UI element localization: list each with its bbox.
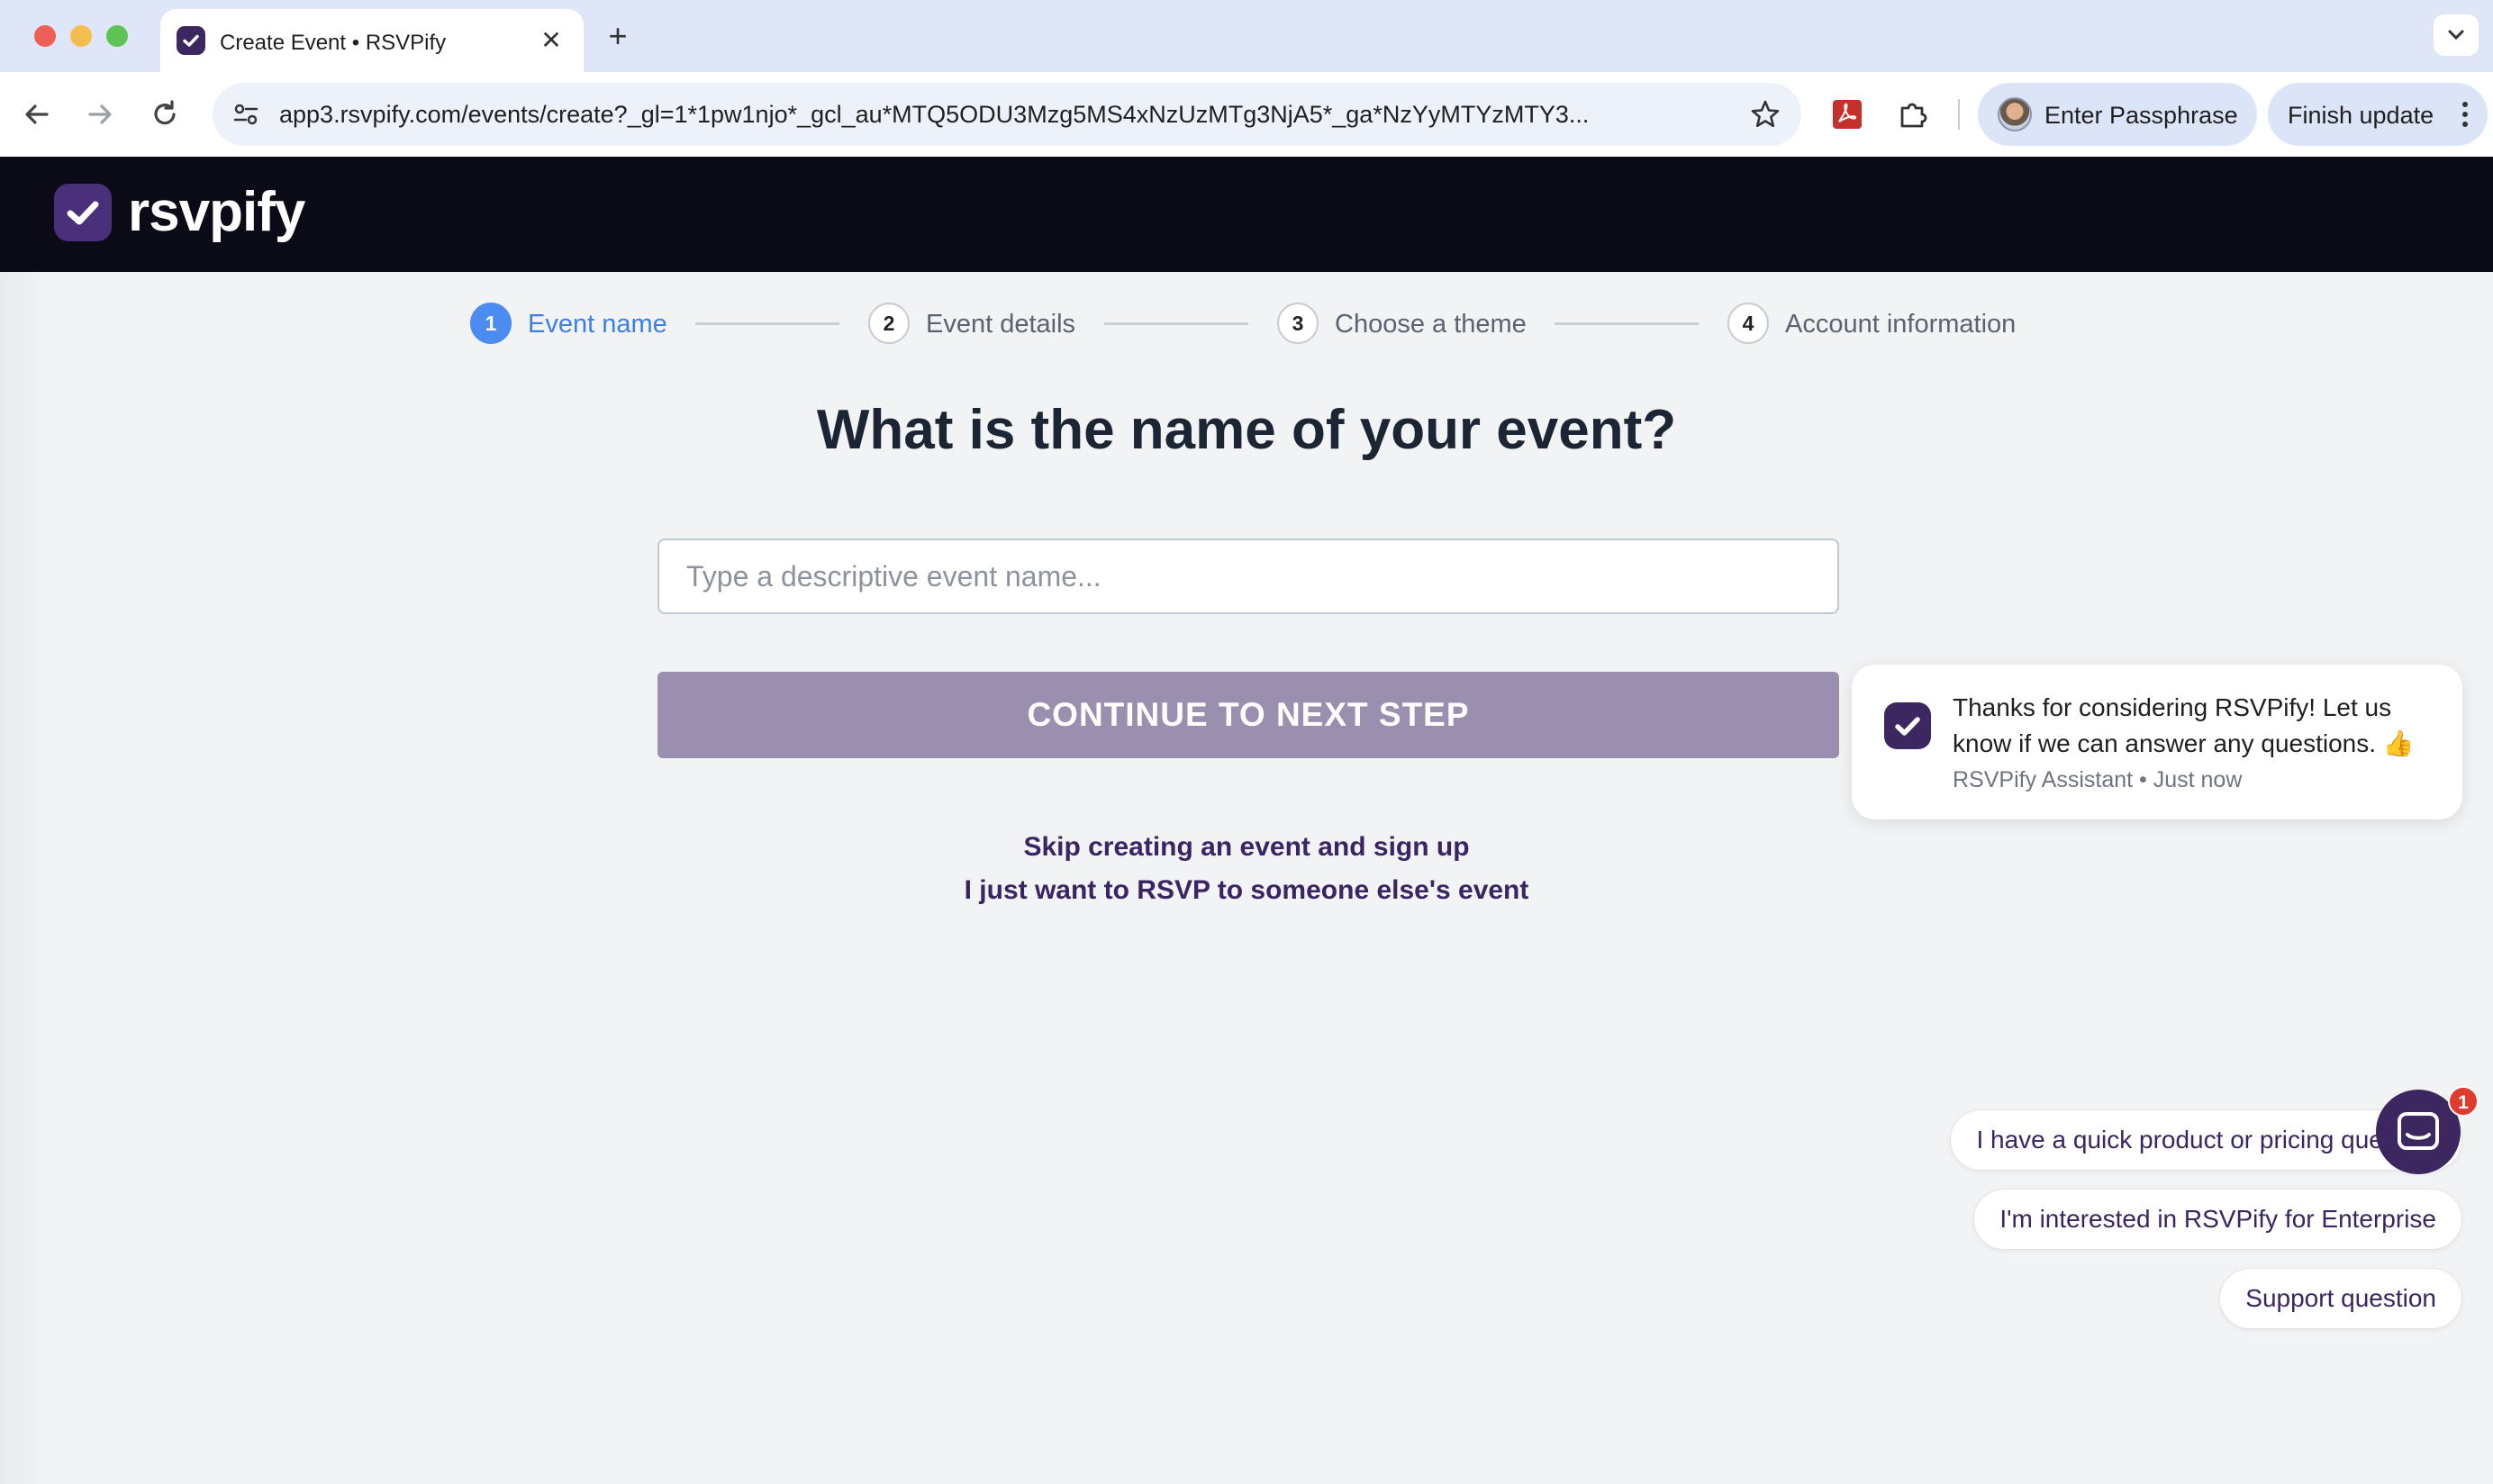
chat-message-text: Thanks for considering RSVPify! Let us k… [1953,693,2415,757]
step-3-number: 3 [1277,303,1319,344]
chat-unread-badge: 1 [2448,1086,2479,1117]
pdf-extension-icon[interactable] [1827,94,1868,135]
app-header: rsvpify [0,157,2493,272]
window-minimize-button[interactable] [70,25,92,47]
site-settings-icon[interactable] [231,99,261,130]
create-event-page: 1 Event name 2 Event details 3 Choose a … [0,272,2493,1484]
reload-button[interactable] [144,94,186,135]
event-name-input[interactable] [657,538,1839,614]
forward-arrow-icon [88,104,112,124]
rsvpify-logo-icon[interactable] [54,184,112,241]
step-4-label: Account information [1785,310,2017,339]
address-bar[interactable]: app3.rsvpify.com/events/create?_gl=1*1pw… [213,83,1801,146]
finish-update-button[interactable]: Finish update [2268,83,2488,146]
step-4-number: 4 [1727,303,1769,344]
step-2-label: Event details [926,310,1076,339]
toolbar-divider [1958,99,1960,130]
progress-stepper: 1 Event name 2 Event details 3 Choose a … [0,299,2493,353]
chat-message-card[interactable]: Thanks for considering RSVPify! Let us k… [1852,665,2462,819]
step-connector [1555,322,1699,325]
logo-wordmark[interactable]: rsvpify [128,180,305,244]
step-2-number: 2 [868,303,910,344]
reload-icon [154,100,176,125]
step-1-number: 1 [470,303,512,344]
back-button[interactable] [16,94,58,135]
more-options-icon[interactable] [2461,101,2470,128]
tab-title: Create Event • RSVPify [220,31,447,55]
browser-tab-bar: Create Event • RSVPify ✕ + [0,0,2493,72]
step-3-label: Choose a theme [1335,310,1527,339]
passphrase-label: Enter Passphrase [2044,102,2238,129]
bookmark-star-icon[interactable] [1749,98,1781,131]
tab-close-icon[interactable]: ✕ [535,24,567,57]
window-zoom-button[interactable] [106,25,128,47]
url-text: app3.rsvpify.com/events/create?_gl=1*1pw… [279,101,1590,128]
back-arrow-icon [25,104,49,124]
rsvpify-favicon-icon [177,26,205,55]
skip-and-sign-up-link[interactable]: Skip creating an event and sign up [0,832,2493,863]
chat-quick-reply-support[interactable]: Support question [2219,1268,2462,1329]
browser-tab-active[interactable]: Create Event • RSVPify ✕ [160,9,584,72]
window-close-button[interactable] [34,25,56,47]
chat-assistant-avatar-icon [1884,702,1931,749]
enter-passphrase-button[interactable]: Enter Passphrase [1978,83,2257,146]
tab-search-dropdown-button[interactable] [2434,14,2479,56]
page-title: What is the name of your event? [816,399,1677,461]
forward-button[interactable] [79,94,121,135]
step-connector [1104,322,1248,325]
continue-to-next-step-button[interactable]: CONTINUE TO NEXT STEP [657,672,1839,758]
step-connector [695,322,839,325]
browser-toolbar: app3.rsvpify.com/events/create?_gl=1*1pw… [0,72,2493,157]
new-tab-button[interactable]: + [598,16,638,56]
finish-update-label: Finish update [2288,102,2434,129]
chat-quick-reply-enterprise[interactable]: I'm interested in RSVPify for Enterprise [1973,1189,2462,1250]
rsvp-to-other-event-link[interactable]: I just want to RSVP to someone else's ev… [0,875,2493,906]
step-1-label: Event name [528,310,667,339]
extensions-puzzle-icon[interactable] [1893,94,1935,135]
chat-message-meta: RSVPify Assistant • Just now [1953,767,2243,792]
profile-avatar [1998,97,2032,131]
